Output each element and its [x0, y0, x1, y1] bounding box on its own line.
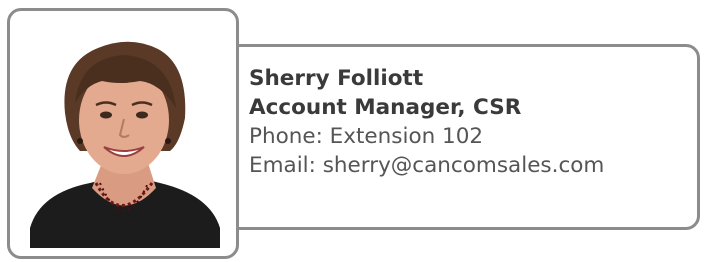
contact-phone: Phone: Extension 102 [249, 124, 484, 149]
contact-email[interactable]: Email: sherry@cancomsales.com [249, 151, 604, 180]
profile-photo [20, 23, 228, 248]
contact-info-text: Sherry Folliott Account Manager, CSR Pho… [249, 64, 604, 180]
contact-title: Account Manager, CSR [249, 95, 522, 120]
contact-name: Sherry Folliott [249, 66, 424, 91]
photo-frame [7, 8, 239, 259]
